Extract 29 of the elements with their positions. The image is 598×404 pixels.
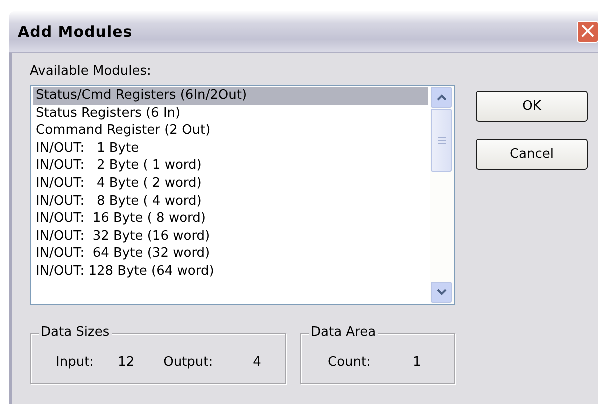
list-item[interactable]: Status Registers (6 In)	[33, 104, 428, 122]
grip-icon	[438, 137, 446, 144]
list-item[interactable]: IN/OUT: 8 Byte ( 4 word)	[33, 192, 428, 210]
input-label: Input:	[56, 355, 94, 370]
cancel-button[interactable]: Cancel	[476, 139, 588, 170]
scroll-down-button[interactable]	[431, 282, 452, 303]
list-item[interactable]: Status/Cmd Registers (6In/2Out)	[33, 87, 428, 105]
list-item[interactable]: Command Register (2 Out)	[33, 122, 428, 140]
caret-up-icon	[436, 94, 446, 101]
list-item[interactable]: IN/OUT: 64 Byte (32 word)	[33, 245, 428, 263]
count-value: 1	[413, 355, 422, 370]
output-value: 4	[253, 355, 262, 370]
count-label: Count:	[328, 355, 371, 370]
list-item[interactable]: IN/OUT: 32 Byte (16 word)	[33, 228, 428, 246]
output-label: Output:	[164, 355, 214, 370]
window-title: Add Modules	[18, 22, 134, 40]
scroll-up-button[interactable]	[431, 87, 452, 108]
input-value: 12	[118, 355, 135, 370]
list-item[interactable]: IN/OUT: 16 Byte ( 8 word)	[33, 210, 428, 228]
list-item[interactable]: IN/OUT: 4 Byte ( 2 word)	[33, 174, 428, 193]
list-item[interactable]: IN/OUT: 2 Byte ( 1 word)	[33, 157, 428, 175]
list-label: Available Modules:	[30, 64, 152, 79]
list-item[interactable]: IN/OUT: 128 Byte (64 word)	[33, 262, 428, 281]
close-button[interactable]: ×	[577, 20, 598, 42]
list-item[interactable]: IN/OUT: 1 Byte	[33, 140, 428, 158]
scroll-thumb[interactable]	[431, 109, 452, 172]
scrollbar[interactable]	[430, 86, 454, 304]
ok-button[interactable]: OK	[476, 91, 588, 122]
caret-down-icon	[436, 289, 446, 296]
